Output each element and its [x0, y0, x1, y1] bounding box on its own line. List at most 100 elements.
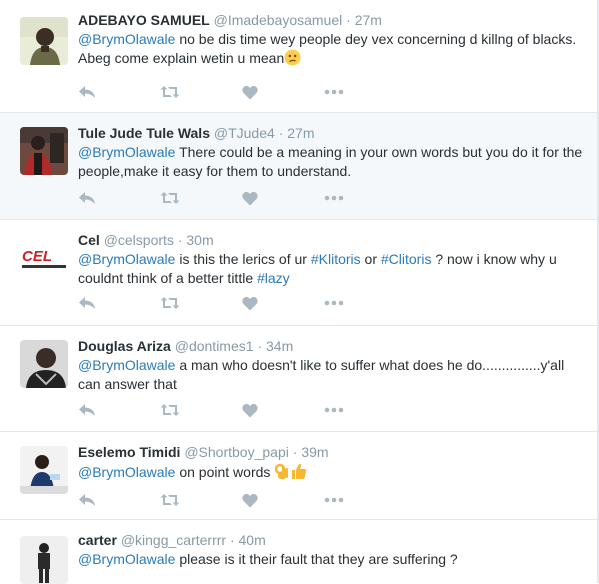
retweet-button[interactable] — [160, 188, 242, 208]
separator: · — [257, 338, 263, 354]
author-handle[interactable]: @celsports — [104, 232, 174, 248]
reply-icon — [79, 404, 95, 416]
more-button[interactable] — [324, 293, 406, 313]
like-button[interactable] — [242, 188, 324, 208]
author-name[interactable]: Cel — [78, 232, 100, 248]
timestamp[interactable]: 30m — [186, 232, 213, 248]
avatar[interactable] — [20, 536, 68, 584]
avatar[interactable] — [20, 340, 68, 388]
tweet-item[interactable]: Douglas Ariza @dontimes1 · 34m @BrymOlaw… — [0, 326, 597, 432]
timestamp[interactable]: 34m — [266, 338, 293, 354]
like-button[interactable] — [242, 490, 324, 510]
separator: · — [177, 232, 183, 248]
mention-link[interactable]: @BrymOlawale — [78, 357, 175, 373]
avatar[interactable] — [20, 127, 68, 175]
heart-icon — [242, 403, 258, 417]
separator: · — [278, 125, 284, 141]
retweet-button[interactable] — [160, 82, 242, 102]
mention-link[interactable]: @BrymOlawale — [78, 144, 175, 160]
hashtag-link[interactable]: #Clitoris — [381, 251, 432, 267]
avatar[interactable]: CEL — [20, 234, 68, 282]
more-button[interactable] — [324, 82, 406, 102]
author-handle[interactable]: @TJude4 — [214, 125, 275, 141]
author-name[interactable]: Eselemo Timidi — [78, 444, 180, 460]
mention-link[interactable]: @BrymOlawale — [78, 551, 175, 567]
tweet-body: or — [360, 251, 381, 267]
avatar[interactable] — [20, 17, 68, 65]
more-button[interactable] — [324, 400, 406, 420]
more-button[interactable] — [324, 490, 406, 510]
retweet-icon — [160, 192, 180, 204]
heart-icon — [242, 85, 258, 99]
tweet-header: ADEBAYO SAMUEL @Imadebayosamuel · 27m — [78, 11, 589, 30]
thumbs-up-emoji — [290, 462, 308, 485]
heart-icon — [242, 191, 258, 205]
reply-icon — [79, 86, 95, 98]
tweet-item[interactable]: Tule Jude Tule Wals @TJude4 · 27m @BrymO… — [0, 113, 597, 220]
mention-link[interactable]: @BrymOlawale — [78, 464, 175, 480]
tweet-header: Douglas Ariza @dontimes1 · 34m — [78, 337, 589, 356]
tweet-actions — [78, 82, 406, 102]
more-dots-icon — [324, 195, 344, 201]
retweet-button[interactable] — [160, 400, 242, 420]
more-dots-icon — [324, 89, 344, 95]
author-handle[interactable]: @Imadebayosamuel — [214, 12, 343, 28]
reply-button[interactable] — [78, 400, 160, 420]
reply-icon — [79, 192, 95, 204]
timestamp[interactable]: 27m — [287, 125, 314, 141]
retweet-icon — [160, 86, 180, 98]
retweet-button[interactable] — [160, 293, 242, 313]
author-name[interactable]: Douglas Ariza — [78, 338, 171, 354]
author-handle[interactable]: @dontimes1 — [175, 338, 254, 354]
tweet-body: is this the lerics of ur — [175, 251, 311, 267]
retweet-icon — [160, 494, 180, 506]
reply-button[interactable] — [78, 490, 160, 510]
like-button[interactable] — [242, 82, 324, 102]
like-button[interactable] — [242, 293, 324, 313]
reply-button[interactable] — [78, 188, 160, 208]
tweet-text: @BrymOlawale on point words — [78, 462, 589, 485]
tweet-item[interactable]: carter @kingg_carterrrr · 40m @BrymOlawa… — [0, 520, 597, 584]
tweet-header: carter @kingg_carterrrr · 40m — [78, 531, 589, 550]
like-button[interactable] — [242, 400, 324, 420]
reply-icon — [79, 297, 95, 309]
tweet-actions — [78, 400, 406, 420]
separator: · — [292, 444, 298, 460]
reply-button[interactable] — [78, 82, 160, 102]
tweet-body: please is it their fault that they are s… — [175, 551, 458, 567]
author-name[interactable]: Tule Jude Tule Wals — [78, 125, 210, 141]
hashtag-link[interactable]: #Klitoris — [311, 251, 361, 267]
tweet-text: @BrymOlawale is this the lerics of ur #K… — [78, 250, 589, 288]
author-name[interactable]: carter — [78, 532, 117, 548]
separator: · — [346, 12, 351, 28]
tweet-item[interactable]: Eselemo Timidi @Shortboy_papi · 39m @Bry… — [0, 432, 597, 520]
retweet-icon — [160, 297, 180, 309]
tweet-item[interactable]: ADEBAYO SAMUEL @Imadebayosamuel · 27m @B… — [0, 0, 597, 113]
tweet-actions — [78, 293, 406, 313]
reply-icon — [79, 494, 95, 506]
hashtag-link[interactable]: #lazy — [257, 270, 290, 286]
more-dots-icon — [324, 300, 344, 306]
tweet-header: Eselemo Timidi @Shortboy_papi · 39m — [78, 443, 589, 462]
timestamp[interactable]: 40m — [239, 532, 266, 548]
reply-button[interactable] — [78, 293, 160, 313]
more-dots-icon — [324, 407, 344, 413]
more-button[interactable] — [324, 188, 406, 208]
retweet-button[interactable] — [160, 490, 242, 510]
tweet-header: Tule Jude Tule Wals @TJude4 · 27m — [78, 124, 589, 143]
author-name[interactable]: ADEBAYO SAMUEL — [78, 12, 210, 28]
retweet-icon — [160, 404, 180, 416]
heart-icon — [242, 493, 258, 507]
mention-link[interactable]: @BrymOlawale — [78, 31, 175, 47]
tweet-actions — [78, 188, 406, 208]
separator: · — [229, 532, 235, 548]
tweet-body: on point words — [175, 464, 271, 480]
timestamp[interactable]: 27m — [355, 12, 382, 28]
mention-link[interactable]: @BrymOlawale — [78, 251, 175, 267]
author-handle[interactable]: @Shortboy_papi — [184, 444, 289, 460]
avatar[interactable] — [20, 446, 68, 494]
heart-icon — [242, 296, 258, 310]
author-handle[interactable]: @kingg_carterrrr — [121, 532, 226, 548]
timestamp[interactable]: 39m — [301, 444, 328, 460]
tweet-item[interactable]: CEL Cel @celsports · 30m @BrymOlawale is… — [0, 220, 597, 326]
